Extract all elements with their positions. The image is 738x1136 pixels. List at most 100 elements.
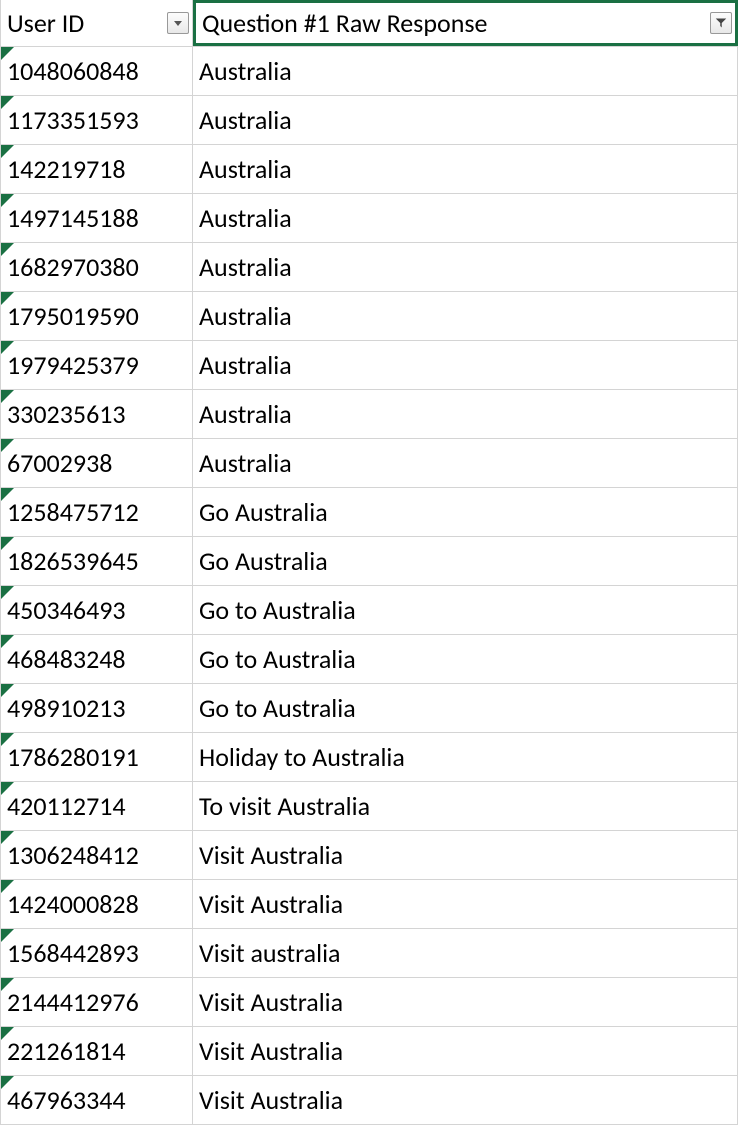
cell-response[interactable]: Go Australia [193,488,738,536]
cell-user-id[interactable]: 1786280191 [0,733,193,781]
user-id-value: 1786280191 [7,741,139,773]
cell-response[interactable]: Australia [193,47,738,95]
response-value: Australia [199,153,292,185]
cell-response[interactable]: Holiday to Australia [193,733,738,781]
table-row: 1497145188 Australia [0,194,738,243]
cell-response[interactable]: Australia [193,194,738,242]
cell-response[interactable]: Visit Australia [193,880,738,928]
response-value: Australia [199,349,292,381]
cell-response[interactable]: To visit Australia [193,782,738,830]
response-value: Australia [199,447,292,479]
table-row: 1424000828 Visit Australia [0,880,738,929]
cell-user-id[interactable]: 1497145188 [0,194,193,242]
table-row: 1795019590 Australia [0,292,738,341]
header-cell-user-id[interactable]: User ID [0,0,193,46]
cell-response[interactable]: Visit Australia [193,1027,738,1075]
cell-response[interactable]: Go to Australia [193,684,738,732]
cell-user-id[interactable]: 1173351593 [0,96,193,144]
user-id-value: 1306248412 [7,839,139,871]
cell-response[interactable]: Visit australia [193,929,738,977]
user-id-value: 142219718 [7,153,126,185]
user-id-value: 1173351593 [7,104,139,136]
cell-user-id[interactable]: 1258475712 [0,488,193,536]
user-id-value: 1979425379 [7,349,139,381]
response-value: Go Australia [199,545,328,577]
cell-user-id[interactable]: 1306248412 [0,831,193,879]
user-id-value: 1424000828 [7,888,139,920]
response-value: Visit Australia [199,839,343,871]
user-id-value: 1795019590 [7,300,139,332]
response-value: Visit Australia [199,986,343,1018]
table-row: 1786280191 Holiday to Australia [0,733,738,782]
table-row: 1826539645 Go Australia [0,537,738,586]
user-id-value: 221261814 [7,1035,126,1067]
response-value: Go Australia [199,496,328,528]
cell-response[interactable]: Go to Australia [193,635,738,683]
user-id-value: 467963344 [7,1084,126,1116]
cell-user-id[interactable]: 1682970380 [0,243,193,291]
response-value: Australia [199,55,292,87]
header-cell-response[interactable]: Question #1 Raw Response [193,0,738,46]
cell-user-id[interactable]: 420112714 [0,782,193,830]
cell-response[interactable]: Australia [193,341,738,389]
user-id-value: 330235613 [7,398,126,430]
cell-user-id[interactable]: 2144412976 [0,978,193,1026]
cell-response[interactable]: Australia [193,243,738,291]
table-row: 450346493 Go to Australia [0,586,738,635]
cell-user-id[interactable]: 1979425379 [0,341,193,389]
cell-response[interactable]: Visit Australia [193,831,738,879]
header-row: User ID Question #1 Raw Response [0,0,738,47]
user-id-value: 468483248 [7,643,126,675]
cell-user-id[interactable]: 1795019590 [0,292,193,340]
response-value: To visit Australia [199,790,370,822]
response-value: Visit Australia [199,888,343,920]
user-id-value: 498910213 [7,692,126,724]
table-row: 1682970380 Australia [0,243,738,292]
response-value: Go to Australia [199,692,356,724]
cell-response[interactable]: Australia [193,292,738,340]
user-id-value: 1048060848 [7,55,139,87]
cell-response[interactable]: Visit Australia [193,978,738,1026]
filter-active-response[interactable] [710,12,732,34]
cell-response[interactable]: Visit Australia [193,1076,738,1124]
cell-user-id[interactable]: 142219718 [0,145,193,193]
table-row: 1048060848 Australia [0,47,738,96]
cell-user-id[interactable]: 221261814 [0,1027,193,1075]
table-row: 1979425379 Australia [0,341,738,390]
user-id-value: 67002938 [7,447,112,479]
table-row: 468483248 Go to Australia [0,635,738,684]
table-row: 1568442893Visit australia [0,929,738,978]
user-id-value: 1682970380 [7,251,139,283]
cell-response[interactable]: Australia [193,145,738,193]
response-value: Australia [199,104,292,136]
table-row: 330235613 Australia [0,390,738,439]
cell-user-id[interactable]: 450346493 [0,586,193,634]
table-row: 1173351593 Australia [0,96,738,145]
cell-user-id[interactable]: 468483248 [0,635,193,683]
cell-user-id[interactable]: 1048060848 [0,47,193,95]
cell-user-id[interactable]: 467963344 [0,1076,193,1124]
response-value: Visit australia [199,937,341,969]
cell-response[interactable]: Go Australia [193,537,738,585]
cell-user-id[interactable]: 1568442893 [0,929,193,977]
filter-dropdown-user-id[interactable] [167,12,189,34]
cell-user-id[interactable]: 67002938 [0,439,193,487]
table-row: 1258475712Go Australia [0,488,738,537]
user-id-value: 1826539645 [7,545,139,577]
spreadsheet-table: User ID Question #1 Raw Response 1048060… [0,0,738,1125]
cell-response[interactable]: Australia [193,96,738,144]
table-row: 467963344 Visit Australia [0,1076,738,1125]
cell-response[interactable]: Go to Australia [193,586,738,634]
user-id-value: 1497145188 [7,202,139,234]
cell-response[interactable]: Australia [193,439,738,487]
response-value: Australia [199,251,292,283]
cell-response[interactable]: Australia [193,390,738,438]
table-row: 221261814 Visit Australia [0,1027,738,1076]
cell-user-id[interactable]: 330235613 [0,390,193,438]
cell-user-id[interactable]: 1826539645 [0,537,193,585]
user-id-value: 450346493 [7,594,126,626]
table-row: 2144412976Visit Australia [0,978,738,1027]
response-value: Australia [199,398,292,430]
cell-user-id[interactable]: 1424000828 [0,880,193,928]
cell-user-id[interactable]: 498910213 [0,684,193,732]
